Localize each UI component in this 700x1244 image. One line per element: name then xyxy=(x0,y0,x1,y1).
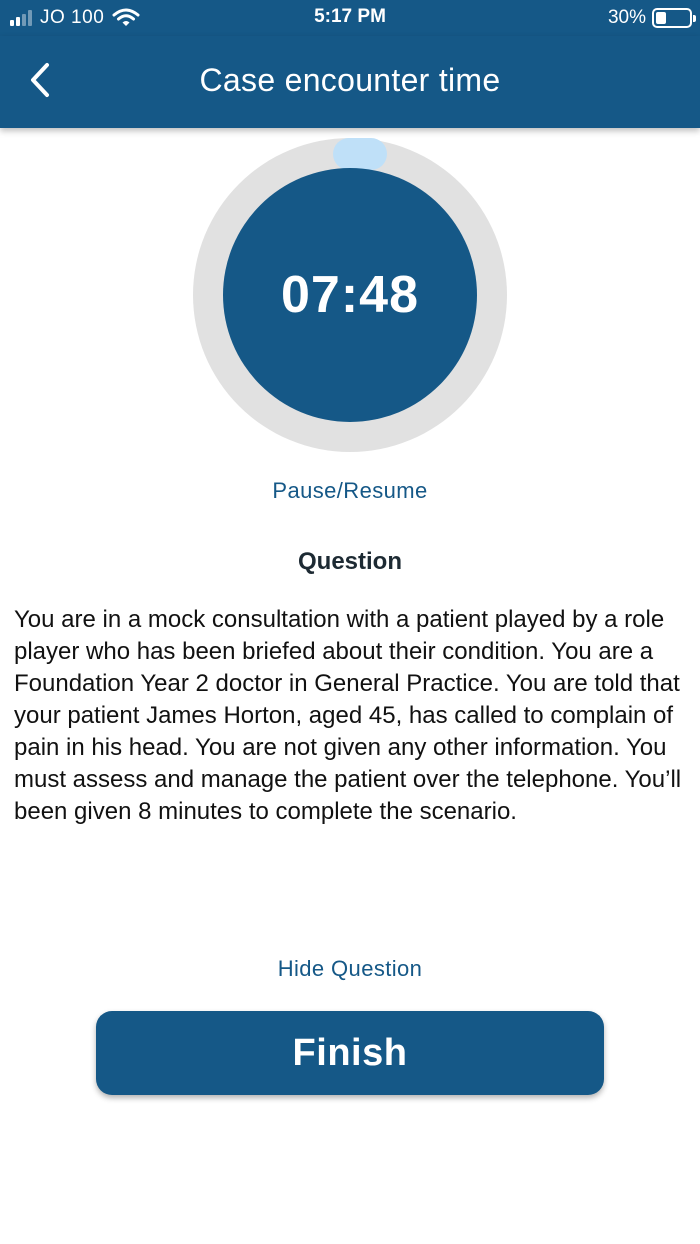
timer-display: 07:48 xyxy=(281,266,419,324)
question-text: You are in a mock consultation with a pa… xyxy=(14,606,682,825)
nav-bar: Case encounter time xyxy=(0,36,700,128)
battery-percent: 30% xyxy=(607,7,646,28)
battery-fill xyxy=(656,12,666,24)
page-title: Case encounter time xyxy=(199,62,501,98)
battery-icon xyxy=(652,8,696,28)
timer-progress-knob xyxy=(333,138,387,170)
status-right: 30% xyxy=(607,6,696,30)
status-time: 5:17 PM xyxy=(314,6,386,27)
question-heading: Question xyxy=(297,548,402,575)
hide-question-button[interactable]: Hide Question xyxy=(0,956,700,982)
timer-circle: 07:48 xyxy=(223,168,477,422)
finish-button[interactable]: Finish xyxy=(96,1011,604,1095)
pause-resume-button[interactable]: Pause/Resume xyxy=(0,478,700,504)
status-bar: JO 100 5:17 PM 30% xyxy=(0,0,700,36)
